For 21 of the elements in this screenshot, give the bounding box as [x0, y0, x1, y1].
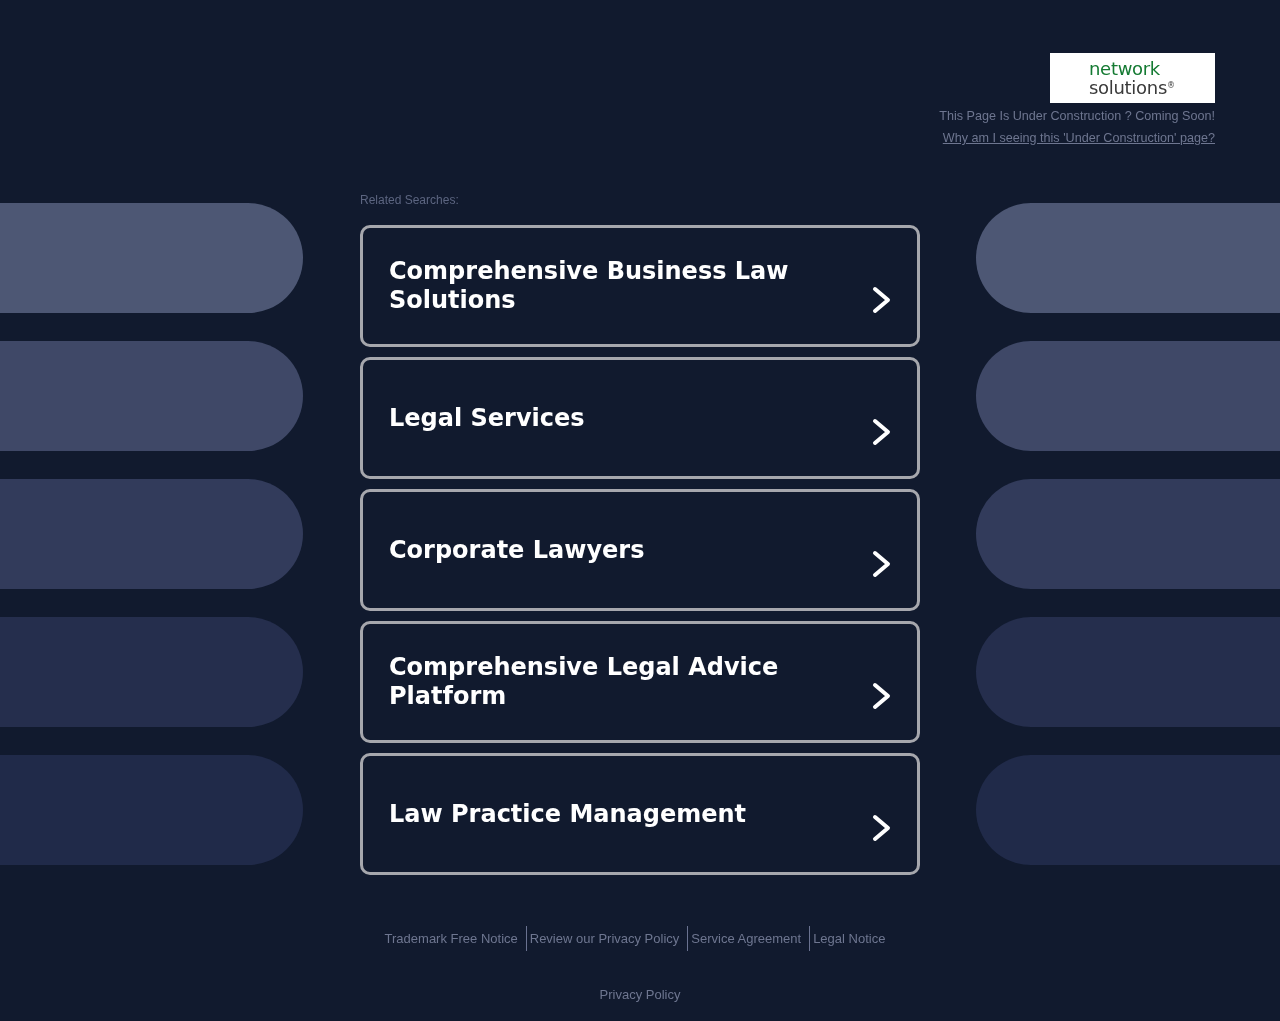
footer-link[interactable]: Legal Notice: [813, 930, 886, 947]
chevron-right-icon: [872, 286, 892, 314]
chevron-right-icon: [872, 550, 892, 578]
logo-text: solutions$^{®}$: [1089, 77, 1175, 96]
related-search-button[interactable]: Comprehensive Business Law Solutions: [360, 225, 920, 347]
chevron-right-icon: [872, 682, 892, 710]
chevron-right-icon: [872, 418, 892, 446]
footer-link[interactable]: Review our Privacy Policy: [529, 930, 680, 947]
related-search-button[interactable]: Corporate Lawyers: [360, 489, 920, 611]
related-search-button[interactable]: Comprehensive Legal Advice Platform: [360, 621, 920, 743]
privacy-policy-link[interactable]: Privacy Policy: [599, 987, 681, 1003]
why-link[interactable]: Why am I seeing this 'Under Construction' page?: [942, 130, 1215, 146]
related-searches-label: Related Searches:: [360, 192, 460, 208]
footer-link[interactable]: Service Agreement: [691, 930, 802, 947]
logo-text: network: [1089, 60, 1160, 77]
related-search-button[interactable]: Law Practice Management: [360, 753, 920, 875]
brand-logo[interactable]: network solutions$^{®}$: [1050, 53, 1215, 103]
construction-notice: This Page Is Under Construction ? Coming Soon!: [939, 108, 1215, 124]
chevron-right-icon: [872, 814, 892, 842]
footer-link[interactable]: Trademark Free Notice: [384, 930, 518, 947]
related-search-button[interactable]: Legal Services: [360, 357, 920, 479]
